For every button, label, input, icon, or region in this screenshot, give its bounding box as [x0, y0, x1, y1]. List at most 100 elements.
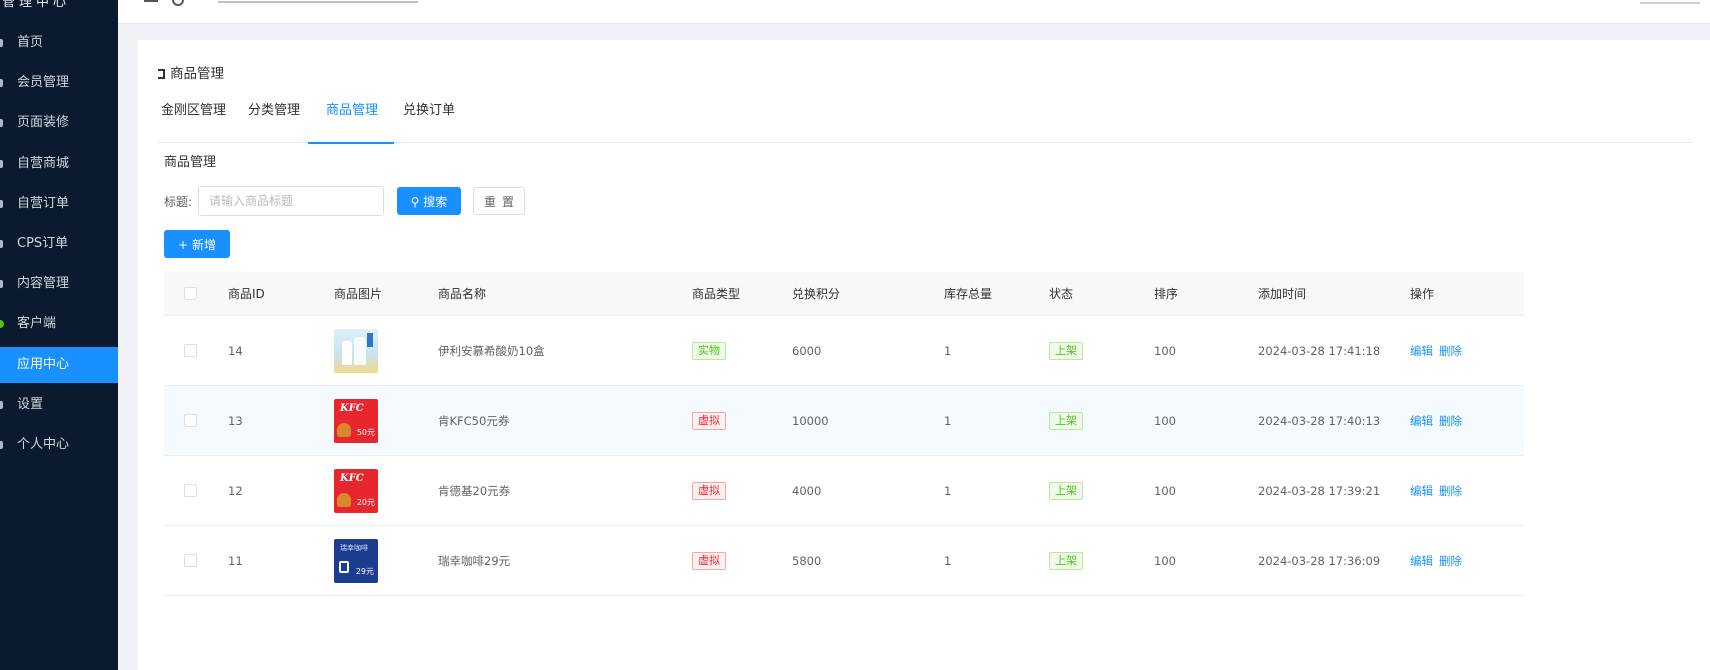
header-name: 商品名称: [438, 287, 487, 301]
product-time: 2024-03-28 17:41:18: [1258, 343, 1381, 358]
page-icon: [0, 119, 3, 127]
row-checkbox[interactable]: [184, 554, 197, 567]
table-row: 11 瑞幸咖啡 29元 瑞幸咖啡29元 虚拟 5800 1 上架 100 2024…: [164, 526, 1524, 596]
sidebar-item-mall[interactable]: 自营商城: [0, 146, 118, 182]
product-table: 商品ID 商品图片 商品名称 商品类型 兑换积分 库存总量 状态 排序 添加时间…: [164, 272, 1524, 596]
product-sort: 100: [1154, 343, 1176, 358]
type-tag: 虚拟: [692, 411, 726, 430]
sidebar-brand: 管理中心: [2, 0, 71, 10]
header-id: 商品ID: [228, 287, 265, 301]
row-checkbox[interactable]: [184, 344, 197, 357]
title-search-input[interactable]: [198, 186, 384, 216]
product-stock: 1: [944, 553, 952, 568]
product-id: 14: [228, 343, 243, 358]
cps-icon: [0, 240, 3, 248]
product-stock: 1: [944, 413, 952, 428]
settings-icon: [0, 401, 3, 409]
delete-link[interactable]: 删除: [1439, 413, 1462, 429]
product-time: 2024-03-28 17:36:09: [1258, 553, 1381, 568]
tab-category[interactable]: 分类管理: [248, 100, 300, 143]
row-checkbox[interactable]: [184, 414, 197, 427]
tab-exchange-orders[interactable]: 兑换订单: [403, 100, 455, 143]
table-row: 12 KFC 20元 肯德基20元券 虚拟 4000 1 上架 100 2024-…: [164, 456, 1524, 526]
plus-icon: +: [178, 238, 189, 252]
sidebar-item-client[interactable]: 客户端: [0, 306, 118, 342]
header-points: 兑换积分: [792, 287, 841, 301]
tab-diamond-area[interactable]: 金刚区管理: [161, 100, 226, 143]
sidebar-item-members[interactable]: 会员管理: [0, 65, 118, 101]
content-icon: [0, 280, 3, 288]
header-sort: 排序: [1154, 287, 1179, 301]
product-image: [334, 328, 378, 373]
sidebar-item-page-decoration[interactable]: 页面装修: [0, 105, 118, 141]
menu-icon[interactable]: [144, 0, 158, 2]
sidebar-item-app-center[interactable]: 应用中心: [0, 347, 118, 383]
delete-link[interactable]: 删除: [1439, 483, 1462, 499]
product-time: 2024-03-28 17:39:21: [1258, 483, 1381, 498]
header-stock: 库存总量: [944, 287, 993, 301]
product-sort: 100: [1154, 483, 1176, 498]
mall-icon: [0, 160, 3, 168]
select-all-checkbox[interactable]: [184, 287, 197, 300]
product-image: KFC 20元: [334, 468, 378, 513]
header-time: 添加时间: [1258, 287, 1307, 301]
table-row: 13 KFC 50元 肯KFC50元券 虚拟 10000 1 上架 100 202…: [164, 386, 1524, 456]
product-points: 6000: [792, 343, 822, 358]
type-tag: 实物: [692, 341, 726, 360]
sidebar: 管理中心 首页 会员管理 页面装修 自营商城 自营订单 CPS订单 内容管理 客…: [0, 0, 118, 670]
status-tag: 上架: [1049, 341, 1083, 360]
product-stock: 1: [944, 343, 952, 358]
refresh-icon[interactable]: [172, 0, 184, 6]
edit-link[interactable]: 编辑: [1410, 553, 1433, 569]
product-name: 肯德基20元券: [438, 483, 511, 498]
status-tag: 上架: [1049, 411, 1083, 430]
sidebar-item-profile[interactable]: 个人中心: [0, 427, 118, 463]
title-marker-icon: [158, 69, 165, 79]
status-tag: 上架: [1049, 551, 1083, 570]
edit-link[interactable]: 编辑: [1410, 413, 1433, 429]
sidebar-item-cps-orders[interactable]: CPS订单: [0, 226, 118, 262]
sidebar-item-settings[interactable]: 设置: [0, 387, 118, 423]
product-sort: 100: [1154, 413, 1176, 428]
search-icon: ⚲: [410, 195, 420, 209]
header-type: 商品类型: [692, 287, 741, 301]
product-points: 4000: [792, 483, 822, 498]
header-image: 商品图片: [334, 287, 383, 301]
reset-button[interactable]: 重置: [473, 187, 525, 215]
orders-icon: [0, 200, 3, 208]
header-actions: 操作: [1410, 287, 1435, 301]
topbar: [118, 0, 1710, 24]
table-row: 14 伊利安慕希酸奶10盒 实物 6000 1 上架 100 2024-03-2…: [164, 316, 1524, 386]
product-id: 12: [228, 483, 243, 498]
user-menu[interactable]: [1640, 0, 1700, 4]
product-time: 2024-03-28 17:40:13: [1258, 413, 1381, 428]
product-image: 瑞幸咖啡 29元: [334, 538, 378, 583]
row-checkbox[interactable]: [184, 484, 197, 497]
sidebar-item-content[interactable]: 内容管理: [0, 266, 118, 302]
profile-icon: [0, 441, 3, 449]
main-card: 商品管理 金刚区管理 分类管理 商品管理 兑换订单 商品管理 标题: ⚲ 搜索 …: [138, 40, 1710, 670]
delete-link[interactable]: 删除: [1439, 553, 1462, 569]
sidebar-item-orders[interactable]: 自营订单: [0, 186, 118, 222]
status-tag: 上架: [1049, 481, 1083, 500]
table-header: 商品ID 商品图片 商品名称 商品类型 兑换积分 库存总量 状态 排序 添加时间…: [164, 272, 1524, 316]
type-tag: 虚拟: [692, 481, 726, 500]
product-points: 5800: [792, 553, 822, 568]
delete-link[interactable]: 删除: [1439, 343, 1462, 359]
product-name: 肯KFC50元券: [438, 413, 510, 428]
edit-link[interactable]: 编辑: [1410, 483, 1433, 499]
product-points: 10000: [792, 413, 829, 428]
edit-link[interactable]: 编辑: [1410, 343, 1433, 359]
search-button[interactable]: ⚲ 搜索: [397, 187, 461, 215]
page-title: 商品管理: [158, 62, 224, 82]
home-icon: [0, 39, 3, 47]
breadcrumb: [218, 0, 418, 3]
product-stock: 1: [944, 483, 952, 498]
sidebar-item-home[interactable]: 首页: [0, 25, 118, 61]
header-status: 状态: [1049, 287, 1074, 301]
product-id: 13: [228, 413, 243, 428]
members-icon: [0, 79, 3, 87]
product-name: 瑞幸咖啡29元: [438, 553, 511, 568]
tab-products[interactable]: 商品管理: [307, 100, 395, 144]
add-button[interactable]: + 新增: [164, 230, 230, 258]
